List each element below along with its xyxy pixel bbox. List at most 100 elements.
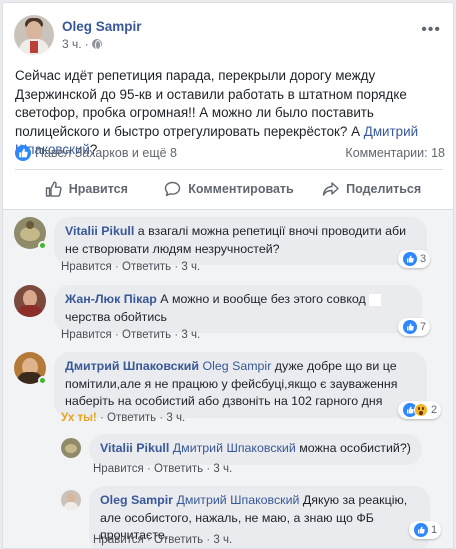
separator: · xyxy=(114,329,119,341)
comment-text-continued: черства обойтись xyxy=(65,309,167,324)
wow-reaction-icon xyxy=(414,403,428,417)
reactions-summary[interactable]: Павел Захарков и ещё 8 xyxy=(35,146,177,160)
comment-item: Жан-Люк Пікар А можно и вообще без этого… xyxy=(14,285,422,333)
post-text-body: Сейчас идёт репетиция парада, перекрыли … xyxy=(15,68,407,139)
tagged-user[interactable]: Oleg Sampir xyxy=(202,359,271,373)
reply-item: Vitalii Pikull Дмитрий Шпаковский можна … xyxy=(61,434,422,465)
separator: · xyxy=(146,534,151,546)
like-button[interactable]: Нравится xyxy=(15,174,158,204)
replier-avatar[interactable] xyxy=(61,438,81,458)
reply-reply-link[interactable]: Ответить xyxy=(154,463,203,475)
comment-like-link[interactable]: Нравится xyxy=(61,329,112,341)
replier-name[interactable]: Oleg Sampir xyxy=(100,493,173,507)
online-status-dot xyxy=(38,376,47,385)
separator: · xyxy=(206,534,211,546)
comment-reply-link[interactable]: Ответить xyxy=(107,412,156,424)
censor-mask xyxy=(369,293,382,306)
meta-separator: · xyxy=(84,37,89,51)
comment-icon xyxy=(165,181,181,197)
reply-actions: Нравится · Ответить · 3 ч. xyxy=(93,463,232,475)
comment-actions: Ух ты! · Ответить · 3 ч. xyxy=(61,412,185,424)
post-card: Oleg Sampir 3 ч. · ••• Сейчас идёт репет… xyxy=(2,2,454,549)
header-text: Oleg Sampir 3 ч. · xyxy=(62,19,142,51)
reply-text: можна особистий?) xyxy=(299,441,411,455)
comment-reactions[interactable]: 3 xyxy=(398,250,431,268)
post-meta: 3 ч. · xyxy=(62,37,142,51)
reply-like-link[interactable]: Нравится xyxy=(93,534,144,546)
reply-reply-link[interactable]: Ответить xyxy=(154,534,203,546)
commenter-name[interactable]: Vitalii Pikull xyxy=(65,224,134,238)
commenter-name[interactable]: Жан-Люк Пікар xyxy=(65,292,157,306)
replier-avatar[interactable] xyxy=(61,490,81,510)
author-avatar[interactable] xyxy=(14,15,54,55)
like-reaction-icon xyxy=(15,145,31,161)
comment-bubble: Жан-Люк Пікар А можно и вообще без этого… xyxy=(54,285,422,333)
comment-actions: Нравится · Ответить · 3 ч. xyxy=(61,261,200,273)
post-header: Oleg Sampir 3 ч. · xyxy=(14,15,142,55)
separator: · xyxy=(114,261,119,273)
share-button[interactable]: Поделиться xyxy=(300,174,443,204)
separator: · xyxy=(174,329,179,341)
like-reaction-icon xyxy=(403,252,417,266)
comment-reply-link[interactable]: Ответить xyxy=(122,261,171,273)
online-status-dot xyxy=(38,241,47,250)
post-time[interactable]: 3 ч. xyxy=(62,37,82,51)
reaction-count: 1 xyxy=(431,524,438,536)
stats-divider xyxy=(15,169,443,170)
avatar-art xyxy=(17,305,43,317)
avatar-art xyxy=(65,444,77,453)
like-reaction-icon xyxy=(403,320,417,334)
comment-time[interactable]: 3 ч. xyxy=(166,412,185,424)
reaction-count: 3 xyxy=(420,253,427,265)
reply-like-link[interactable]: Нравится xyxy=(93,463,144,475)
commenter-avatar[interactable] xyxy=(14,285,46,317)
post-author-name[interactable]: Oleg Sampir xyxy=(62,19,142,34)
reply-actions: Нравится · Ответить · 3 ч. xyxy=(93,534,232,546)
comment-time[interactable]: 3 ч. xyxy=(181,261,200,273)
reply-reactions[interactable]: 1 xyxy=(409,521,442,539)
avatar-art xyxy=(64,502,78,510)
separator: · xyxy=(159,412,164,424)
comment-wow-link[interactable]: Ух ты! xyxy=(61,412,97,424)
separator: · xyxy=(174,261,179,273)
separator: · xyxy=(99,412,104,424)
reaction-count: 2 xyxy=(431,404,438,416)
commenter-name[interactable]: Дмитрий Шпаковский xyxy=(65,359,199,373)
reaction-count: 7 xyxy=(420,321,427,333)
action-bar: Нравится Комментировать Поделиться xyxy=(15,174,443,204)
post-stats: Павел Захарков и ещё 8 Комментарии: 18 xyxy=(15,144,445,162)
separator: · xyxy=(206,463,211,475)
comment-reply-link[interactable]: Ответить xyxy=(122,329,171,341)
comment-text: А можно и вообще без этого совкод xyxy=(160,292,366,306)
reply-time[interactable]: 3 ч. xyxy=(213,463,232,475)
globe-icon xyxy=(91,39,102,50)
avatar-art xyxy=(26,221,34,229)
share-icon xyxy=(322,182,339,196)
avatar-embroidery xyxy=(30,41,38,53)
comment-actions: Нравится · Ответить · 3 ч. xyxy=(61,329,200,341)
replier-name[interactable]: Vitalii Pikull xyxy=(100,441,169,455)
avatar-face xyxy=(26,21,42,41)
tagged-user[interactable]: Дмитрий Шпаковский xyxy=(173,441,296,455)
comment-bubble: Дмитрий Шпаковский Oleg Sampir дуже добр… xyxy=(54,352,427,418)
reply-time[interactable]: 3 ч. xyxy=(213,534,232,546)
comment-reactions[interactable]: 7 xyxy=(398,318,431,336)
comment-bubble: Vitalii Pikull а взагалі можна репетиції… xyxy=(54,217,427,265)
avatar-art xyxy=(20,227,40,241)
reply-bubble: Vitalii Pikull Дмитрий Шпаковский можна … xyxy=(89,434,422,465)
comment-like-link[interactable]: Нравится xyxy=(61,261,112,273)
tagged-user[interactable]: Дмитрий Шпаковский xyxy=(176,493,299,507)
separator: · xyxy=(146,463,151,475)
comment-button[interactable]: Комментировать xyxy=(158,174,301,204)
comment-reactions[interactable]: 2 xyxy=(398,401,442,419)
share-label: Поделиться xyxy=(346,182,422,196)
comment-item: Дмитрий Шпаковский Oleg Sampir дуже добр… xyxy=(14,352,427,418)
more-options-icon[interactable]: ••• xyxy=(421,21,441,39)
comment-time[interactable]: 3 ч. xyxy=(181,329,200,341)
comment-item: Vitalii Pikull а взагалі можна репетиції… xyxy=(14,217,427,265)
like-label: Нравится xyxy=(68,182,128,196)
thumbs-up-icon xyxy=(45,181,62,197)
like-reaction-icon xyxy=(414,523,428,537)
comments-count[interactable]: Комментарии: 18 xyxy=(345,146,445,160)
comment-label: Комментировать xyxy=(188,182,294,196)
